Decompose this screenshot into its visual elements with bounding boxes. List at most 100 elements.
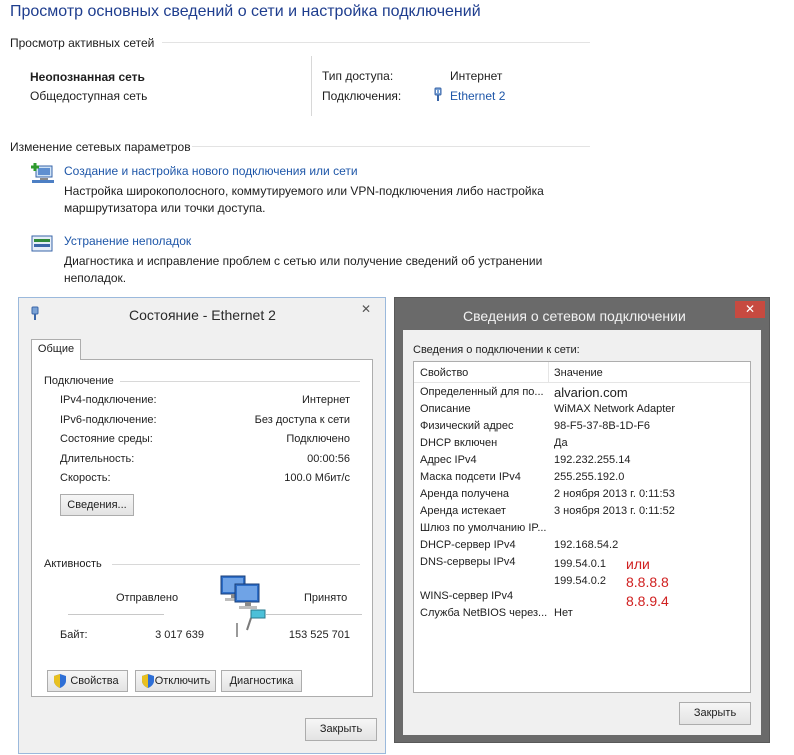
list-item[interactable]: 199.54.0.2 [414, 573, 750, 590]
list-item[interactable]: DNS-серверы IPv4 199.54.0.1 [414, 556, 750, 573]
media-state-label: Состояние среды: [60, 433, 153, 445]
create-connection-link[interactable]: Создание и настройка нового подключения … [64, 164, 358, 178]
list-item[interactable]: Определенный для по... alvarion.com [414, 385, 750, 403]
property-name: Служба NetBIOS через... [420, 607, 548, 619]
duration-value: 00:00:56 [307, 453, 350, 465]
list-item[interactable]: DHCP-сервер IPv4 192.168.54.2 [414, 539, 750, 556]
ethernet-icon [432, 87, 444, 106]
property-name: Маска подсети IPv4 [420, 471, 521, 483]
disconnect-label: Отключить [154, 675, 211, 687]
dialog-title: Состояние - Ethernet 2 [129, 307, 276, 323]
ethernet-2-link[interactable]: Ethernet 2 [450, 89, 505, 103]
dialog-title: Сведения о сетевом подключении [463, 308, 686, 324]
access-type-label: Тип доступа: [322, 69, 394, 83]
status-dialog: Состояние - Ethernet 2 ✕ Общие Подключен… [18, 297, 386, 754]
property-name: Шлюз по умолчанию IP... [420, 522, 547, 534]
list-item[interactable]: Аренда получена 2 ноября 2013 г. 0:11:53 [414, 488, 750, 505]
property-value: 192.168.54.2 [554, 539, 619, 551]
list-item[interactable]: DHCP включен Да [414, 437, 750, 454]
bytes-received-value: 153 525 701 [288, 629, 350, 641]
details-button[interactable]: Сведения... [60, 494, 134, 516]
property-name: DNS-серверы IPv4 [420, 556, 516, 568]
active-networks-heading: Просмотр активных сетей [10, 36, 155, 50]
disconnect-button[interactable]: Отключить [135, 670, 216, 692]
divider [266, 614, 362, 615]
network-name: Неопознанная сеть [30, 70, 145, 84]
shield-icon [54, 674, 66, 695]
list-item[interactable]: Служба NetBIOS через... Нет [414, 607, 750, 624]
bytes-sent-value: 3 017 639 [155, 629, 204, 641]
column-divider [548, 362, 549, 382]
duration-label: Длительность: [60, 453, 135, 465]
property-name: Адрес IPv4 [420, 454, 477, 466]
list-item[interactable]: Описание WiMAX Network Adapter [414, 403, 750, 420]
property-value: alvarion.com [554, 385, 628, 400]
property-name: DHCP-сервер IPv4 [420, 539, 516, 551]
speed-value: 100.0 Мбит/с [284, 472, 350, 484]
column-header-property[interactable]: Свойство [420, 367, 468, 379]
media-state-value: Подключено [286, 433, 350, 445]
divider [192, 146, 590, 147]
close-icon[interactable]: ✕ [351, 301, 381, 318]
network-activity-icon [215, 572, 275, 635]
divider [236, 623, 238, 637]
ipv4-value: Интернет [302, 394, 350, 406]
property-name: Определенный для по... [420, 386, 544, 398]
network-type-link[interactable]: Общедоступная сеть [30, 89, 147, 103]
diagnostics-button[interactable]: Диагностика [221, 670, 302, 692]
list-item[interactable]: Маска подсети IPv4 255.255.192.0 [414, 471, 750, 488]
list-item[interactable]: Аренда истекает 3 ноября 2013 г. 0:11:52 [414, 505, 750, 522]
new-connection-icon [30, 162, 56, 189]
property-value: 192.232.255.14 [554, 454, 631, 466]
annotation-or: или [626, 556, 650, 572]
column-header-value[interactable]: Значение [554, 367, 603, 379]
property-value: Нет [554, 607, 573, 619]
list-item[interactable]: WINS-сервер IPv4 [414, 590, 750, 607]
property-name: Аренда истекает [420, 505, 506, 517]
list-item[interactable]: Адрес IPv4 192.232.255.14 [414, 454, 750, 471]
property-value: 2 ноября 2013 г. 0:11:53 [554, 488, 675, 500]
create-connection-desc: Настройка широкополосного, коммутируемог… [64, 184, 544, 198]
property-value: Да [554, 437, 568, 449]
dialog-body: Сведения о подключении к сети: Свойство … [403, 330, 761, 735]
received-label: Принято [304, 592, 348, 604]
property-value: WiMAX Network Adapter [554, 403, 676, 415]
divider [120, 381, 360, 382]
annotation-dns-1: 8.8.8.8 [626, 574, 669, 590]
activity-group-label: Активность [44, 558, 102, 570]
details-dialog: Сведения о сетевом подключении ✕ Сведени… [394, 297, 770, 743]
ethernet-icon [29, 306, 41, 325]
close-icon[interactable]: ✕ [735, 301, 765, 318]
tab-panel: Подключение IPv4-подключение: Интернет I… [31, 359, 373, 697]
bytes-label: Байт: [60, 629, 88, 641]
tab-general[interactable]: Общие [31, 339, 81, 360]
close-button[interactable]: Закрыть [679, 702, 751, 725]
troubleshoot-desc: Диагностика и исправление проблем с сеть… [64, 254, 543, 268]
property-value: 98-F5-37-8B-1D-F6 [554, 420, 650, 432]
property-value: 3 ноября 2013 г. 0:11:52 [554, 505, 675, 517]
properties-button[interactable]: Свойства [47, 670, 128, 692]
connections-label: Подключения: [322, 89, 402, 103]
property-name: Аренда получена [420, 488, 510, 500]
annotation-dns-2: 8.8.9.4 [626, 593, 669, 609]
list-header: Свойство Значение [414, 362, 750, 383]
page-title: Просмотр основных сведений о сети и наст… [10, 3, 481, 20]
close-button[interactable]: Закрыть [305, 718, 377, 741]
property-name: DHCP включен [420, 437, 498, 449]
divider [68, 614, 164, 615]
troubleshoot-desc-2: неполадок. [64, 271, 127, 285]
access-type-value: Интернет [450, 69, 503, 83]
ipv4-label: IPv4-подключение: [60, 394, 157, 406]
property-value: 199.54.0.1 [554, 558, 606, 570]
list-item[interactable]: Шлюз по умолчанию IP... [414, 522, 750, 539]
details-section-label: Сведения о подключении к сети: [413, 344, 580, 356]
list-item[interactable]: Физический адрес 98-F5-37-8B-1D-F6 [414, 420, 750, 437]
connection-group-label: Подключение [44, 375, 114, 387]
property-value: 199.54.0.2 [554, 575, 606, 587]
details-list[interactable]: Свойство Значение Определенный для по...… [413, 361, 751, 693]
troubleshoot-link[interactable]: Устранение неполадок [64, 234, 191, 248]
ipv6-label: IPv6-подключение: [60, 414, 157, 426]
vertical-divider [311, 56, 312, 116]
shield-icon [142, 674, 154, 695]
ipv6-value: Без доступа к сети [254, 414, 350, 426]
